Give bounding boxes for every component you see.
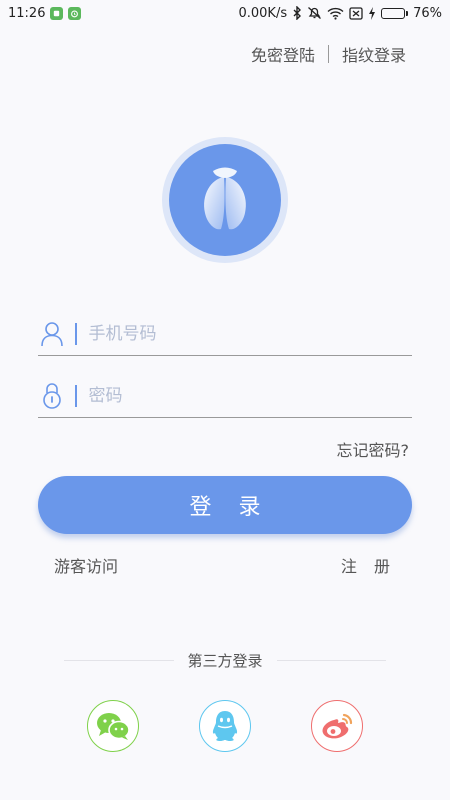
qq-icon [212, 711, 238, 741]
alternate-login-links: 免密登陆 指纹登录 [251, 42, 406, 66]
password-input[interactable] [88, 385, 412, 406]
phone-field-divider [75, 322, 77, 345]
lock-icon [38, 382, 66, 410]
guest-visit-link[interactable]: 游客访问 [54, 553, 118, 577]
logo-circle [169, 144, 281, 256]
qq-login-button[interactable] [199, 700, 251, 752]
cicada-logo-icon [204, 167, 246, 230]
password-free-login-link[interactable]: 免密登陆 [251, 42, 315, 66]
password-field-divider [75, 384, 77, 407]
register-link[interactable]: 注 册 [341, 553, 396, 577]
status-bar: 11:26 0.00K/s 76% [0, 0, 450, 26]
battery-percent: 76% [413, 5, 442, 21]
link-divider [327, 45, 329, 63]
third-party-login-label: 第三方登录 [187, 651, 263, 670]
battery-icon [381, 7, 409, 19]
silent-icon [307, 6, 322, 20]
login-button[interactable]: 登 录 [38, 476, 412, 534]
no-sim-icon [349, 6, 363, 20]
status-time: 11:26 [8, 5, 46, 21]
divider-line-left [64, 659, 174, 661]
divider-line-right [276, 659, 387, 661]
app-icon [50, 6, 64, 20]
phone-input[interactable] [88, 323, 412, 344]
status-left: 11:26 [8, 5, 82, 21]
fingerprint-login-link[interactable]: 指纹登录 [342, 42, 406, 66]
app-logo [162, 137, 288, 263]
wifi-icon [327, 7, 344, 20]
wechat-login-button[interactable] [87, 700, 139, 752]
phone-field [38, 312, 412, 356]
user-icon [38, 321, 66, 347]
status-right: 0.00K/s 76% [238, 6, 442, 21]
third-party-login-divider: 第三方登录 [64, 649, 387, 671]
wechat-icon [97, 713, 130, 740]
weibo-login-button[interactable] [311, 700, 363, 752]
alarm-app-icon [68, 6, 82, 20]
weibo-icon [322, 713, 353, 739]
bluetooth-icon [292, 6, 302, 20]
network-speed: 0.00K/s [238, 5, 288, 21]
password-field [38, 374, 412, 418]
forgot-password-link[interactable]: 忘记密码? [337, 437, 410, 461]
charging-icon [368, 6, 376, 20]
